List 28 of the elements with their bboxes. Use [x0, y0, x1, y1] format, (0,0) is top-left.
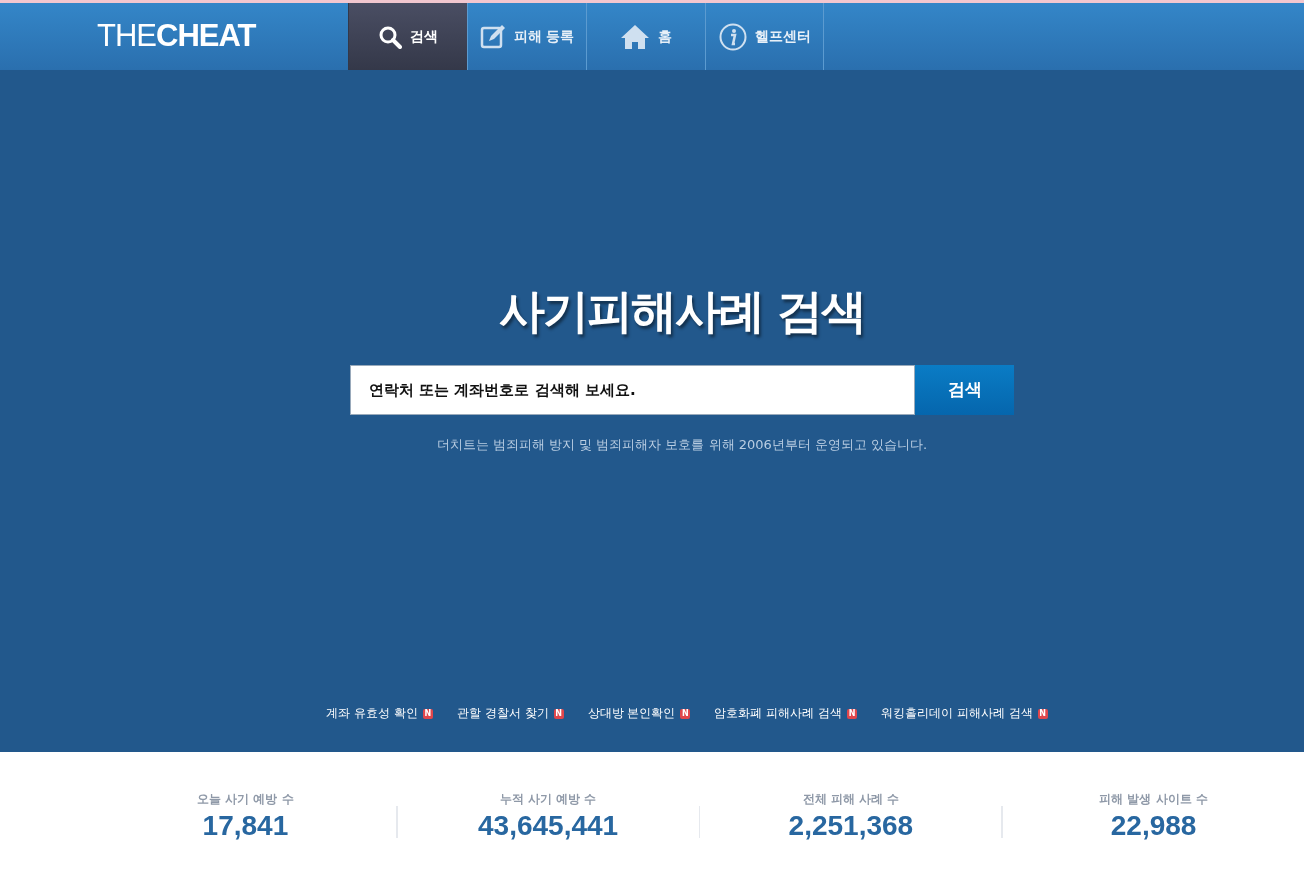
quick-link[interactable]: 상대방 본인확인 N — [587, 704, 691, 722]
edit-icon — [479, 23, 506, 50]
stat-label: 피해 발생 사이트 수 — [1098, 791, 1209, 808]
nav-tab[interactable]: 검색 — [348, 3, 467, 70]
stat-label: 누적 사기 예방 수 — [498, 791, 598, 808]
stat-value: 2,251,368 — [787, 809, 915, 843]
quick-link[interactable]: 워킹홀리데이 피해사례 검색 N — [881, 704, 1048, 722]
logo[interactable]: THECHEAT — [97, 13, 348, 60]
new-badge: N — [1037, 709, 1048, 719]
stat-label: 오늘 사기 예방 수 — [196, 791, 295, 808]
quick-link[interactable]: 암호화폐 피해사례 검색 N — [714, 704, 858, 722]
stat-value: 22,988 — [1109, 809, 1198, 843]
info-icon — [718, 22, 747, 51]
new-badge: N — [847, 709, 858, 719]
new-badge: N — [680, 709, 691, 719]
search-icon — [378, 24, 402, 49]
stat-value: 17,841 — [201, 809, 290, 843]
home-icon — [620, 23, 650, 50]
search-button[interactable]: 검색 — [915, 365, 1014, 416]
stat-label: 전체 피해 사례 수 — [801, 791, 901, 808]
notice-text: 더치트는 범죄피해 방지 및 범죄피해자 보호를 위해 2006년부터 운영되고 있습니다. — [436, 436, 928, 455]
search-field[interactable]: 연락처 또는 계좌번호로 검색해 보세요. — [350, 365, 915, 416]
quick-link[interactable]: 관할 경찰서 찾기 N — [456, 704, 564, 722]
stat-value: 43,645,441 — [477, 809, 620, 843]
new-badge: N — [553, 709, 564, 719]
quick-link[interactable]: 계좌 유효성 확인 N — [326, 704, 433, 722]
page-title: 사기피해사례 검색 — [499, 284, 865, 340]
new-badge: N — [422, 709, 433, 719]
